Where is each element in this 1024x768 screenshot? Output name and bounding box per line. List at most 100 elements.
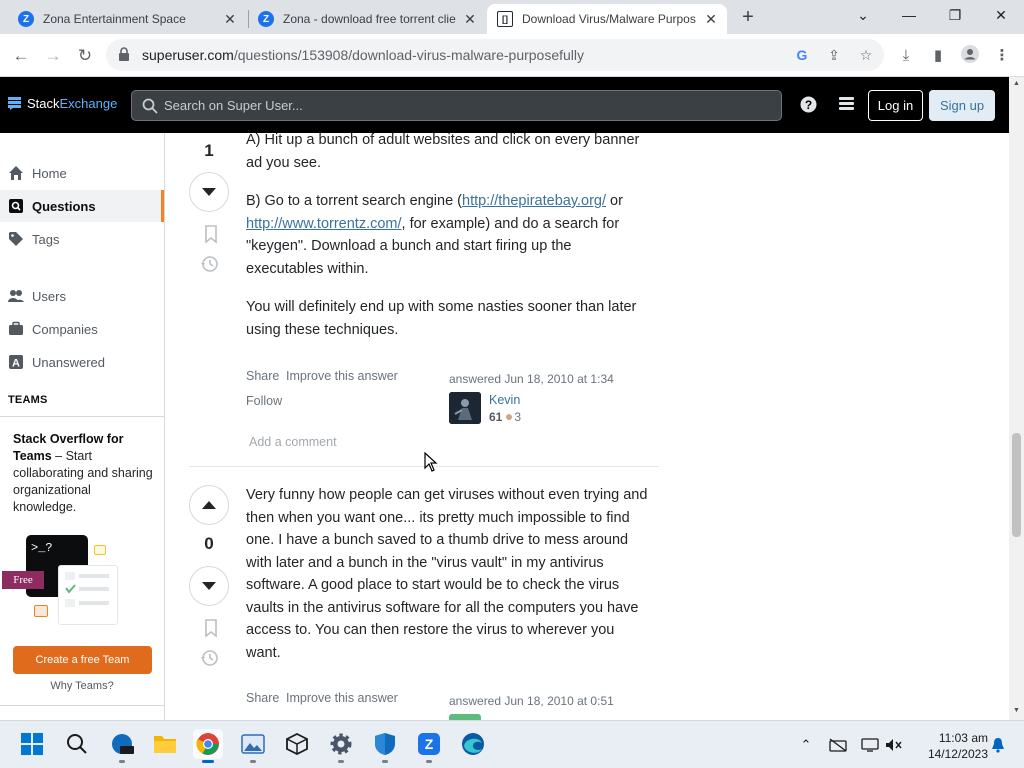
tab-search-chevron-icon[interactable]: ⌄ — [840, 4, 886, 28]
new-tab-icon[interactable]: + — [737, 6, 759, 28]
create-team-button[interactable]: Create a free Team — [13, 646, 152, 674]
sidebar-item-label: Companies — [32, 321, 98, 337]
login-button[interactable]: Log in — [868, 90, 923, 121]
checklist-card — [58, 565, 118, 625]
bookmark-icon[interactable] — [201, 224, 221, 244]
taskbar-package-app[interactable] — [282, 729, 312, 759]
taskbar-photos[interactable] — [238, 729, 268, 763]
close-tab-icon[interactable]: ✕ — [222, 11, 238, 28]
answer-paragraph: Very funny how people can get viruses wi… — [246, 487, 648, 661]
taskbar-edge[interactable] — [458, 729, 488, 759]
improve-answer-link[interactable]: Improve this answer — [286, 369, 398, 383]
logo-text-stack: Stack — [27, 96, 60, 111]
help-icon[interactable]: ? — [799, 95, 818, 114]
volume-muted-icon[interactable] — [884, 735, 904, 755]
share-link[interactable]: Share — [246, 369, 279, 383]
torrentz-link[interactable]: http://www.torrentz.com/ — [246, 216, 402, 232]
notifications-bell-icon[interactable] — [988, 735, 1008, 755]
downvote-button[interactable] — [189, 172, 229, 212]
sidebar-item-label: Questions — [32, 198, 96, 214]
sidebar-item-questions[interactable]: Questions — [0, 190, 164, 222]
sidebar-item-users[interactable]: Users — [0, 280, 164, 312]
share-page-icon[interactable]: ⇪ — [824, 45, 844, 65]
browser-tab-1[interactable]: Z Zona Entertainment Space ✕ — [8, 4, 246, 34]
svg-text:A: A — [12, 358, 20, 370]
downloads-icon[interactable]: ⤓ — [894, 44, 918, 68]
minimize-icon[interactable]: — — [886, 4, 932, 28]
history-icon[interactable] — [200, 254, 220, 274]
taskbar-security[interactable] — [370, 729, 400, 763]
address-bar[interactable]: superuser.com/questions/153908/download-… — [106, 39, 884, 71]
start-button[interactable] — [17, 729, 47, 759]
tab-title: Zona Entertainment Space — [43, 12, 186, 26]
scroll-down-arrow-icon[interactable]: ▼ — [1009, 704, 1024, 718]
site-switcher-icon[interactable] — [837, 95, 856, 114]
users-icon — [8, 288, 24, 304]
bookmark-icon[interactable] — [201, 618, 221, 638]
bookmark-star-icon[interactable]: ☆ — [856, 45, 876, 65]
user-name-link[interactable]: Kevin — [489, 393, 520, 407]
sidebar-item-label: Tags — [32, 231, 60, 247]
search-input[interactable] — [164, 91, 764, 120]
piratebay-link[interactable]: http://thepiratebay.org/ — [462, 193, 606, 209]
downvote-button[interactable] — [189, 566, 229, 606]
signup-button[interactable]: Sign up — [929, 90, 995, 121]
sidebar-item-tags[interactable]: Tags — [0, 223, 164, 255]
network-offline-icon[interactable] — [828, 735, 848, 755]
tray-overflow-chevron-icon[interactable]: ⌃ — [796, 735, 816, 755]
scrollbar-thumb[interactable] — [1012, 433, 1021, 537]
image-viewer-icon — [241, 734, 265, 754]
add-comment-link[interactable]: Add a comment — [249, 435, 337, 449]
taskbar-clock[interactable]: 11:03 am 14/12/2023 — [916, 730, 988, 762]
maximize-icon[interactable]: ❐ — [932, 4, 978, 28]
why-teams-link[interactable]: Why Teams? — [0, 680, 164, 692]
taskbar-zona[interactable]: Z — [414, 729, 444, 763]
taskbar-edge-pre[interactable] — [107, 729, 137, 763]
tab-title: Zona - download free torrent clie — [283, 12, 456, 26]
avatar[interactable] — [449, 392, 481, 424]
answer-paragraph: A) Hit up a bunch of adult websites and … — [246, 133, 640, 171]
taskbar-search-button[interactable] — [62, 729, 92, 759]
logo-text-exchange: Exchange — [59, 96, 118, 111]
questions-icon — [8, 198, 24, 214]
zona-app-icon: Z — [418, 733, 440, 755]
sidebar-item-companies[interactable]: Companies — [0, 313, 164, 345]
scroll-up-arrow-icon[interactable]: ▲ — [1009, 77, 1024, 91]
follow-link[interactable]: Follow — [246, 394, 282, 408]
display-icon[interactable] — [860, 735, 880, 755]
downvote-arrow-icon — [202, 188, 216, 196]
stackexchange-logo[interactable]: Stack Exchange — [8, 96, 117, 111]
close-tab-icon[interactable]: ✕ — [462, 11, 478, 28]
browser-tab-3-active[interactable]: [] Download Virus/Malware Purpos ✕ — [487, 4, 727, 34]
back-arrow-icon[interactable]: ← — [9, 44, 33, 68]
zona-favicon-icon: Z — [258, 11, 274, 27]
reload-icon[interactable]: ↻ — [73, 44, 97, 68]
browser-tab-2[interactable]: Z Zona - download free torrent clie ✕ — [248, 4, 486, 34]
forward-arrow-icon[interactable]: → — [41, 44, 65, 68]
svg-text:?: ? — [805, 98, 812, 112]
teams-promo: Stack Overflow for Teams – Start collabo… — [0, 416, 164, 706]
improve-answer-link[interactable]: Improve this answer — [286, 691, 398, 705]
free-badge: Free — [2, 571, 44, 589]
sidebar-item-home[interactable]: Home — [0, 157, 164, 189]
sidebar-item-unanswered[interactable]: A Unanswered — [0, 346, 164, 378]
running-indicator — [426, 760, 432, 763]
edge-icon — [462, 733, 484, 755]
taskbar-chrome[interactable] — [193, 729, 223, 763]
upvote-button[interactable] — [189, 485, 229, 525]
taskbar-settings[interactable] — [326, 729, 356, 763]
profile-icon[interactable] — [958, 44, 982, 68]
unanswered-icon: A — [8, 354, 24, 370]
side-panel-icon[interactable]: ▮ — [926, 44, 950, 68]
teams-heading: TEAMS — [8, 394, 48, 406]
answered-timestamp: answered Jun 18, 2010 at 1:34 — [449, 372, 614, 386]
google-lens-icon[interactable]: G — [792, 45, 812, 65]
close-tab-icon[interactable]: ✕ — [703, 11, 719, 28]
share-link[interactable]: Share — [246, 691, 279, 705]
close-window-icon[interactable]: ✕ — [978, 4, 1024, 28]
url-path: /questions/153908/download-virus-malware… — [233, 47, 585, 63]
taskbar-file-explorer[interactable] — [150, 729, 180, 759]
chrome-menu-icon[interactable]: ⋮ — [990, 44, 1014, 68]
page-scrollbar[interactable]: ▲ ▼ — [1009, 77, 1024, 720]
history-icon[interactable] — [200, 648, 220, 668]
